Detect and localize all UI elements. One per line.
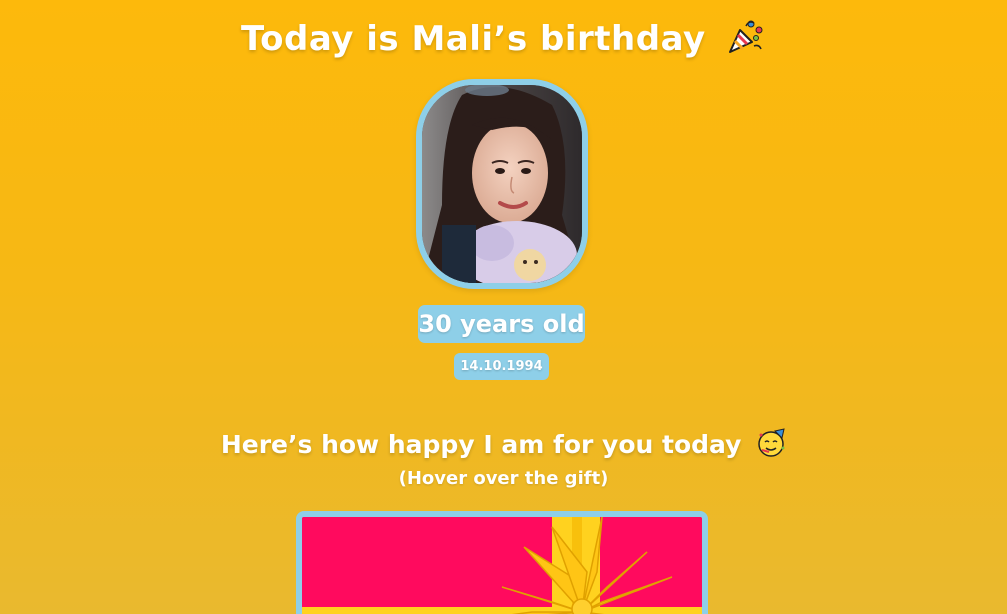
happiness-heading-text: Here’s how happy I am for you today bbox=[220, 430, 742, 459]
page-title: Today is Mali’s birthday bbox=[0, 16, 1007, 65]
profile-photo bbox=[416, 79, 588, 289]
birth-date-badge: 14.10.1994 bbox=[454, 353, 549, 380]
gift-illustration bbox=[302, 517, 702, 614]
age-badge: 30 years old bbox=[418, 305, 585, 343]
party-popper-icon bbox=[726, 16, 766, 65]
partying-face-icon bbox=[756, 428, 786, 464]
portrait-image bbox=[422, 85, 582, 283]
happiness-heading: Here’s how happy I am for you today bbox=[0, 428, 1007, 464]
gift-box[interactable] bbox=[296, 511, 708, 614]
page-title-text: Today is Mali’s birthday bbox=[240, 19, 706, 59]
hover-hint: (Hover over the gift) bbox=[398, 468, 609, 489]
